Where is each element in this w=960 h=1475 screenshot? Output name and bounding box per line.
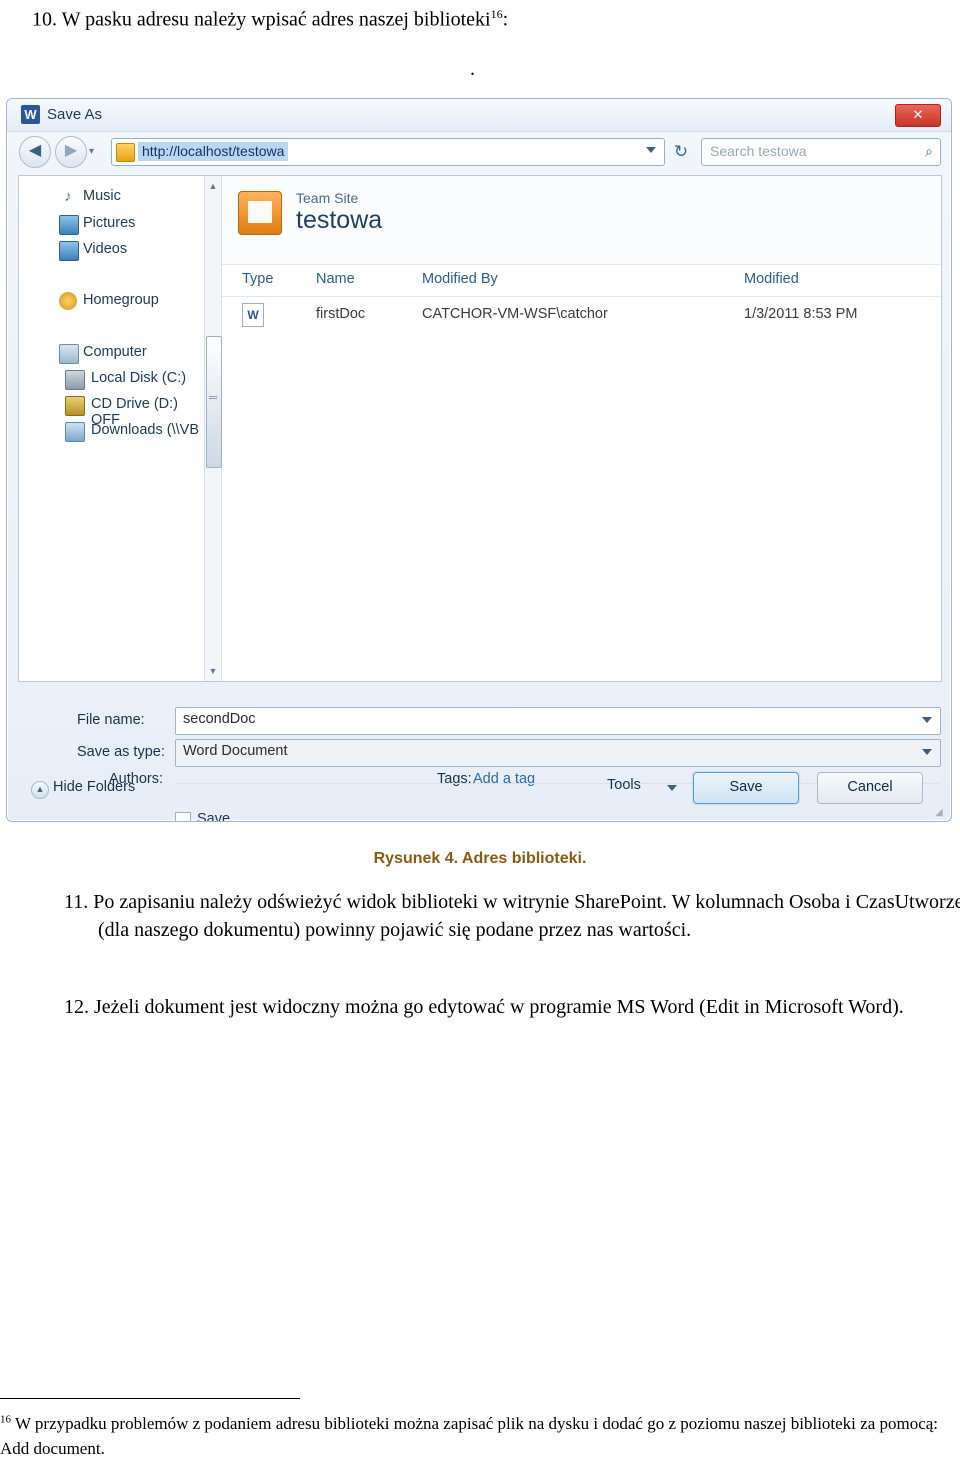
nav-item-label: Computer [83,344,147,360]
dialog-footer: ▲ Hide Folders Tools Save Cancel ◢ [7,763,951,821]
forward-icon[interactable]: ▶ [55,136,87,168]
file-name-input[interactable]: secondDoc [175,707,941,735]
scrollbar-grip [209,396,217,399]
nav-item-cd-drive[interactable]: CD Drive (D:) OFF [19,392,204,428]
cell-modified-by: CATCHOR-VM-WSF\catchor [422,306,608,322]
resize-grip-icon[interactable]: ◢ [935,807,945,818]
cancel-button[interactable]: Cancel [817,772,923,804]
word-app-icon: W [21,105,40,124]
chevron-up-icon: ▲ [31,781,49,799]
item-10-colon: : [502,8,509,31]
computer-icon [59,344,79,364]
item-10-text: 10. W pasku adresu należy wpisać adres n… [32,8,491,31]
search-placeholder: Search testowa [710,143,807,159]
column-headers: Type Name Modified By Modified [222,264,941,297]
site-header: Team Site testowa [222,176,941,265]
file-name-value: secondDoc [183,711,256,727]
nav-item-label: Music [83,188,121,204]
nav-item-music[interactable]: ♪ Music [19,184,204,210]
cell-name: firstDoc [316,306,366,322]
videos-icon [59,241,79,261]
hide-folders-button[interactable]: ▲ Hide Folders [31,779,136,799]
nav-item-videos[interactable]: Videos [19,237,204,263]
scrollbar-thumb[interactable] [206,336,222,468]
nav-item-label: Pictures [83,215,136,231]
team-site-icon [238,191,282,235]
chevron-down-icon[interactable] [922,717,932,723]
dialog-body: ♪ Music Pictures Videos Homegroup Comput… [18,175,942,682]
column-header-modified[interactable]: Modified [744,271,799,287]
file-name-label: File name: [77,712,145,728]
chevron-down-icon[interactable] [667,785,677,791]
scroll-up-icon[interactable]: ▲ [207,180,219,192]
save-button[interactable]: Save [693,772,799,804]
document-page: 10. W pasku adresu należy wpisać adres n… [0,0,960,1475]
dialog-titlebar: W Save As ✕ [7,99,951,132]
footnote-ref-16: 16 [490,7,503,21]
refresh-icon[interactable]: ↻ [667,138,695,166]
nav-item-label: Local Disk (C:) [91,370,187,386]
music-icon: ♪ [59,188,77,206]
search-input[interactable]: Search testowa ⌕ [701,138,941,166]
footnote-number: 16 [0,1413,11,1426]
file-list-pane: Team Site testowa Type Name Modified By … [222,176,941,681]
nav-item-local-disk[interactable]: Local Disk (C:) [19,366,204,392]
nav-item-label: Videos [83,241,128,257]
chevron-down-icon[interactable] [922,749,932,755]
site-name: testowa [296,206,383,234]
numbered-item-10: 10. W pasku adresu należy wpisać adres n… [32,6,932,34]
save-as-dialog: W Save As ✕ ◀ ▶ ▾ http://localhost/testo… [6,98,952,822]
paragraph-12: 12. Jeżeli dokument jest widoczny można … [64,996,904,1018]
chevron-down-icon[interactable] [646,147,656,153]
dialog-title: Save As [47,106,103,123]
search-icon: ⌕ [925,143,933,159]
scroll-down-icon[interactable]: ▼ [207,665,219,677]
disk-icon [65,370,85,390]
pictures-icon [59,215,79,235]
tools-button[interactable]: Tools [607,777,641,793]
footnote: 16 W przypadku problemów z podaniem adre… [0,1412,944,1461]
recent-locations-icon[interactable]: ▾ [89,146,94,157]
footnote-text: W przypadku problemów z podaniem adresu … [0,1414,939,1458]
column-header-type[interactable]: Type [242,271,273,287]
cell-modified: 1/3/2011 8:53 PM [744,306,858,322]
nav-item-label: Homegroup [83,292,159,308]
nav-item-pictures[interactable]: Pictures [19,211,204,237]
back-icon[interactable]: ◀ [19,136,51,168]
address-input[interactable]: http://localhost/testowa [111,138,665,166]
stray-period: . [470,58,475,80]
nav-item-homegroup[interactable]: Homegroup [19,288,204,314]
cd-icon [65,396,85,416]
folder-icon [116,143,135,162]
nav-item-label: Downloads (\\VB [91,422,199,438]
download-icon [65,422,85,442]
table-row[interactable]: firstDoc CATCHOR-VM-WSF\catchor 1/3/2011… [222,298,941,332]
navigation-pane-scrollbar[interactable]: ▲ ▼ [205,176,222,681]
save-as-type-label: Save as type: [77,744,165,760]
close-icon[interactable]: ✕ [895,104,941,127]
save-as-type-value: Word Document [183,743,288,759]
column-header-name[interactable]: Name [316,271,355,287]
paragraph-11: 11. Po zapisaniu należy odświeżyć widok … [64,891,960,942]
nav-item-computer[interactable]: Computer [19,340,204,366]
site-kicker: Team Site [296,190,359,206]
hide-folders-label: Hide Folders [53,779,136,795]
column-header-modified-by[interactable]: Modified By [422,271,498,287]
footnote-divider [0,1398,300,1399]
navigation-pane: ♪ Music Pictures Videos Homegroup Comput… [19,176,205,681]
address-bar-row: ◀ ▶ ▾ http://localhost/testowa ↻ Search … [7,132,951,172]
homegroup-icon [59,292,77,310]
figure-caption: Rysunek 4. Adres biblioteki. [373,850,587,867]
word-doc-icon [242,303,264,327]
address-value: http://localhost/testowa [138,142,289,161]
nav-item-downloads[interactable]: Downloads (\\VB [19,418,204,444]
